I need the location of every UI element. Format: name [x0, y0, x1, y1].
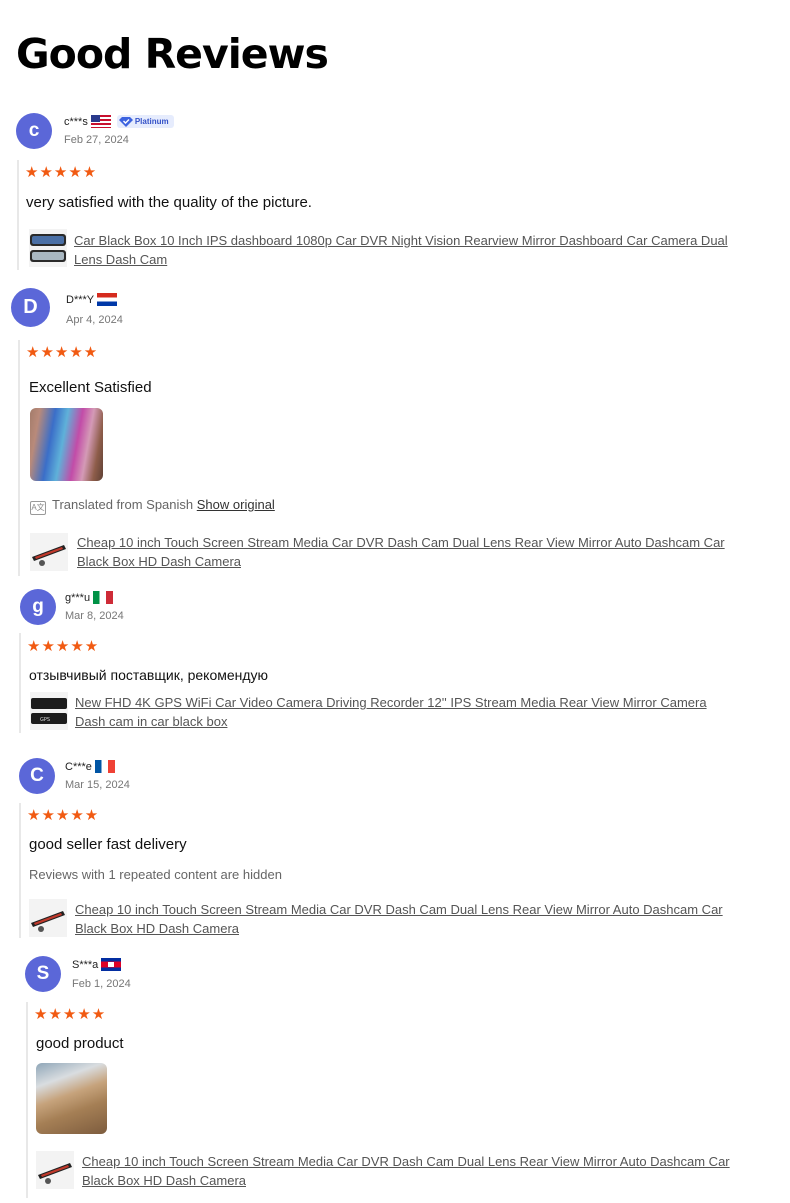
svg-text:GPS: GPS [40, 717, 50, 723]
product-link[interactable]: New FHD 4K GPS WiFi Car Video Camera Dri… [75, 693, 725, 731]
us-flag-icon [90, 115, 111, 128]
badge-label: Platinum [134, 117, 169, 126]
review-date: Apr 4, 2024 [66, 314, 123, 326]
user-name: c***s [64, 115, 88, 128]
paraguay-flag-icon [97, 293, 118, 306]
rating-stars: ★★★★★ [27, 807, 100, 824]
review-photo[interactable] [30, 408, 103, 481]
user-name: D***Y [66, 293, 95, 306]
avatar: C [19, 758, 55, 794]
product-thumbnail[interactable] [30, 533, 68, 571]
product-thumbnail[interactable] [29, 229, 67, 267]
review-divider [19, 633, 21, 733]
review-divider [17, 160, 19, 270]
review-text: отзывчивый поставщик, рекомендую [29, 667, 269, 683]
italy-flag-icon [93, 591, 114, 604]
review-date: Mar 8, 2024 [65, 610, 124, 622]
product-thumbnail[interactable]: GPS [30, 692, 68, 730]
review-text: good product [36, 1035, 124, 1052]
user-name: S***a [72, 958, 99, 971]
page-title: Good Reviews [16, 30, 329, 78]
hidden-reviews-note: Reviews with 1 repeated content are hidd… [29, 867, 282, 882]
product-link[interactable]: Cheap 10 inch Touch Screen Stream Media … [82, 1152, 742, 1190]
review-date: Feb 27, 2024 [64, 134, 129, 146]
avatar: g [20, 589, 56, 625]
review-date: Mar 15, 2024 [65, 779, 130, 791]
review-date: Feb 1, 2024 [72, 978, 131, 990]
product-thumbnail[interactable] [36, 1151, 74, 1189]
show-original-link[interactable]: Show original [197, 497, 275, 512]
avatar: c [16, 113, 52, 149]
user-name: C***e [65, 760, 92, 773]
france-flag-icon [94, 760, 115, 773]
rating-stars: ★★★★★ [27, 638, 100, 655]
rating-stars: ★★★★★ [26, 344, 99, 361]
product-link[interactable]: Cheap 10 inch Touch Screen Stream Media … [75, 900, 735, 938]
review-photo[interactable] [36, 1063, 107, 1134]
review-text: good seller fast delivery [29, 836, 187, 853]
review-text: very satisfied with the quality of the p… [26, 194, 312, 211]
cambodia-flag-icon [101, 958, 122, 971]
review-divider [26, 1002, 28, 1198]
platinum-badge: Platinum [116, 115, 174, 128]
rating-stars: ★★★★★ [34, 1006, 107, 1023]
diamond-icon [118, 117, 133, 127]
rating-stars: ★★★★★ [25, 164, 98, 181]
avatar: D [11, 288, 50, 327]
review-text: Excellent Satisfied [29, 379, 152, 396]
review-divider [18, 340, 20, 576]
user-name: g***u [65, 591, 91, 604]
product-link[interactable]: Cheap 10 inch Touch Screen Stream Media … [77, 533, 757, 571]
translate-icon: A文 [30, 501, 46, 515]
avatar: S [25, 956, 61, 992]
product-link[interactable]: Car Black Box 10 Inch IPS dashboard 1080… [74, 231, 754, 269]
product-thumbnail[interactable] [29, 899, 67, 937]
review-divider [19, 803, 21, 938]
translation-note: A文 Translated from Spanish Show original [30, 497, 275, 515]
